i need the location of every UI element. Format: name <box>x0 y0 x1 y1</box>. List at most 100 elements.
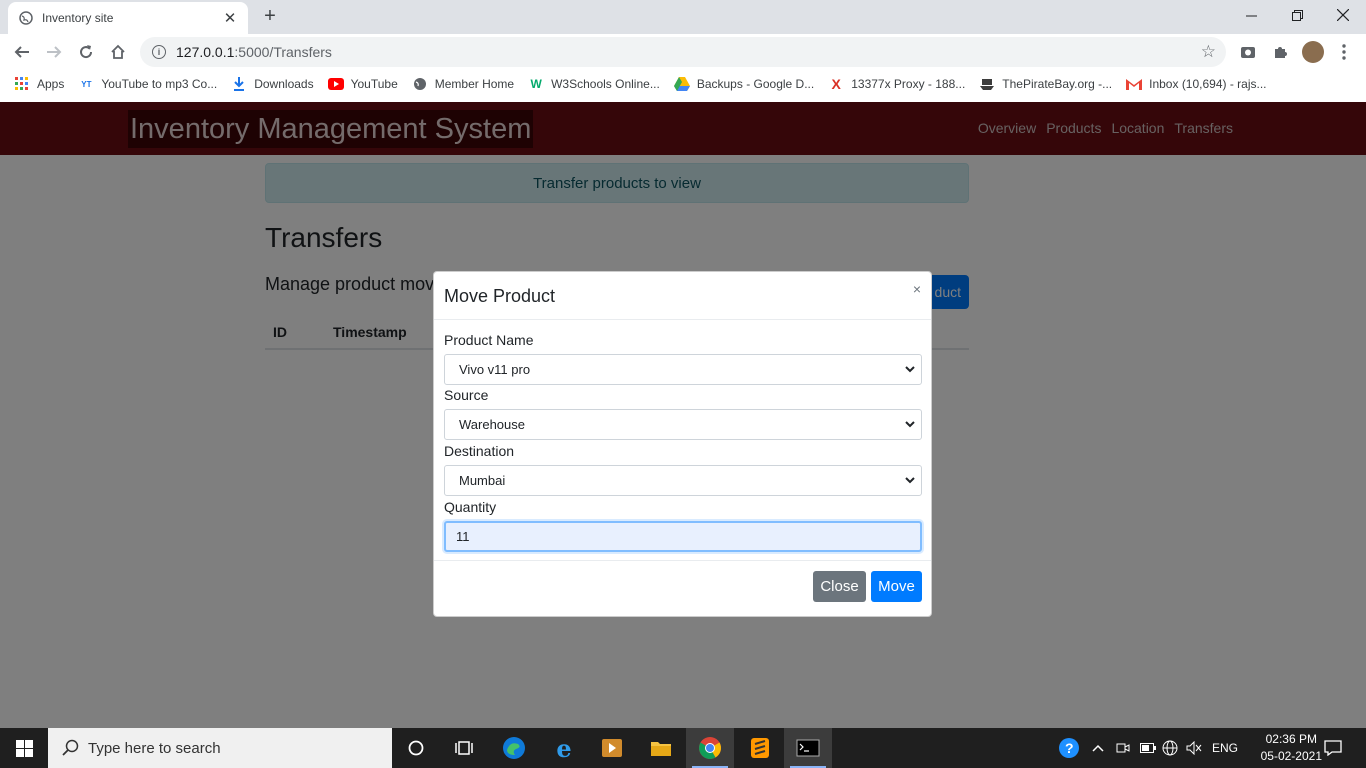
cortana-icon[interactable] <box>392 728 440 768</box>
pirate-ship-icon <box>979 76 995 92</box>
address-bar[interactable]: i 127.0.0.1:5000/Transfers ☆ <box>140 37 1226 67</box>
bookmark-star-icon[interactable]: ☆ <box>1201 42 1216 62</box>
bookmark-member-home[interactable]: Member Home <box>412 76 514 92</box>
destination-select[interactable]: Mumbai <box>444 465 922 496</box>
extensions-puzzle-icon[interactable] <box>1270 42 1290 62</box>
source-value: Warehouse <box>459 417 525 432</box>
close-window-icon[interactable] <box>1320 0 1366 30</box>
modal-header: Move Product × <box>434 272 931 320</box>
google-drive-icon <box>673 76 690 92</box>
ytmp3-icon: YT <box>81 79 92 89</box>
clock-date: 05-02-2021 <box>1260 749 1322 763</box>
gmail-icon <box>1126 76 1143 92</box>
bookmark-label: W3Schools Online... <box>551 77 660 91</box>
browser-toolbar: i 127.0.0.1:5000/Transfers ☆ <box>0 34 1366 70</box>
site-info-icon[interactable]: i <box>152 45 166 59</box>
help-icon[interactable]: ? <box>1058 728 1080 768</box>
forward-arrow-icon[interactable] <box>40 38 68 66</box>
search-placeholder: Type here to search <box>88 739 221 757</box>
move-button[interactable]: Move <box>871 571 922 602</box>
close-button[interactable]: Close <box>813 571 866 602</box>
x-icon: X <box>831 76 841 92</box>
minimize-icon[interactable] <box>1228 0 1274 30</box>
chevron-down-icon <box>905 421 915 428</box>
source-select[interactable]: Warehouse <box>444 409 922 440</box>
profile-avatar[interactable] <box>1302 41 1324 63</box>
web-page: Inventory Management System Overview Pro… <box>0 102 1366 728</box>
modal-footer: Close Move <box>434 560 931 616</box>
reload-icon[interactable] <box>72 38 100 66</box>
bookmark-gmail[interactable]: Inbox (10,694) - rajs... <box>1126 76 1267 92</box>
bookmark-label: ThePirateBay.org -... <box>1002 77 1113 91</box>
sublime-text-icon[interactable] <box>736 728 784 768</box>
bookmark-w3schools[interactable]: W W3Schools Online... <box>528 76 660 92</box>
browser-tab-strip: Inventory site ✕ + <box>0 0 1366 34</box>
battery-icon[interactable] <box>1140 728 1156 768</box>
back-arrow-icon[interactable] <box>8 38 36 66</box>
screen-capture-extension-icon[interactable] <box>1238 42 1258 62</box>
windows-start-icon[interactable] <box>0 728 48 768</box>
apps-grid-icon <box>14 76 30 92</box>
media-player-icon[interactable] <box>588 728 636 768</box>
url-host: 127.0.0.1 <box>176 44 235 60</box>
tray-chevron-up-icon[interactable] <box>1092 728 1104 768</box>
bookmark-label: Backups - Google D... <box>696 77 815 91</box>
home-icon[interactable] <box>104 38 132 66</box>
tab-title: Inventory site <box>42 11 114 25</box>
svg-text:?: ? <box>1065 740 1074 756</box>
bookmark-label: Member Home <box>434 77 515 91</box>
bookmark-downloads[interactable]: Downloads <box>231 76 314 92</box>
globe-icon <box>18 10 34 26</box>
product-name-value: Vivo v11 pro <box>459 362 531 377</box>
chrome-icon[interactable] <box>686 728 734 768</box>
download-icon <box>231 76 247 92</box>
url-path: :5000/Transfers <box>234 44 332 60</box>
task-view-icon[interactable] <box>440 728 488 768</box>
quantity-label: Quantity <box>444 499 497 515</box>
bookmark-label: Apps <box>37 77 65 91</box>
move-product-modal: Move Product × Product Name Vivo v11 pro… <box>433 271 932 617</box>
browser-tab[interactable]: Inventory site ✕ <box>8 2 248 34</box>
edge-browser-icon[interactable] <box>490 728 538 768</box>
bookmarks-bar: Apps YT YouTube to mp3 Co... Downloads Y… <box>0 70 1366 98</box>
youtube-icon <box>327 76 344 92</box>
quantity-input[interactable]: 11 <box>444 521 922 552</box>
restore-icon[interactable] <box>1274 0 1320 30</box>
tab-close-icon[interactable]: ✕ <box>222 9 238 27</box>
bookmark-ytmp3[interactable]: YT YouTube to mp3 Co... <box>78 76 217 92</box>
network-globe-icon[interactable] <box>1162 728 1178 768</box>
bookmark-label: Downloads <box>254 77 314 91</box>
notifications-icon[interactable] <box>1324 728 1342 768</box>
modal-close-icon[interactable]: × <box>913 282 921 296</box>
bookmark-13377x[interactable]: X 13377x Proxy - 188... <box>828 76 966 92</box>
meet-now-icon[interactable] <box>1116 728 1130 768</box>
windows-taskbar: Type here to search e ? ENG 02:36 PM 05-… <box>0 728 1366 768</box>
file-explorer-icon[interactable] <box>637 728 685 768</box>
modal-title: Move Product <box>444 286 556 306</box>
bookmark-label: Inbox (10,694) - rajs... <box>1149 77 1267 91</box>
bookmark-label: 13377x Proxy - 188... <box>851 77 966 91</box>
bookmark-apps[interactable]: Apps <box>14 76 64 92</box>
product-name-select[interactable]: Vivo v11 pro <box>444 354 922 385</box>
taskbar-search-box[interactable]: Type here to search <box>48 728 392 768</box>
source-label: Source <box>444 387 489 403</box>
destination-value: Mumbai <box>459 473 506 488</box>
input-language[interactable]: ENG <box>1212 728 1238 768</box>
clock-time: 02:36 PM <box>1265 732 1317 746</box>
bookmark-youtube[interactable]: YouTube <box>327 76 398 92</box>
chevron-down-icon <box>905 477 915 484</box>
terminal-icon[interactable] <box>784 728 832 768</box>
volume-muted-icon[interactable] <box>1186 728 1202 768</box>
bookmark-backups[interactable]: Backups - Google D... <box>673 76 815 92</box>
new-tab-icon[interactable]: + <box>258 4 282 28</box>
taskbar-clock[interactable]: 02:36 PM 05-02-2021 <box>1261 731 1322 765</box>
internet-explorer-icon[interactable]: e <box>540 728 588 768</box>
bookmark-label: YouTube <box>350 77 398 91</box>
globe-icon <box>412 76 428 92</box>
product-name-label: Product Name <box>444 332 534 348</box>
w3schools-icon: W <box>530 77 542 91</box>
browser-menu-icon[interactable] <box>1334 42 1354 62</box>
search-icon <box>62 739 79 756</box>
destination-label: Destination <box>444 443 515 459</box>
bookmark-piratebay[interactable]: ThePirateBay.org -... <box>979 76 1112 92</box>
